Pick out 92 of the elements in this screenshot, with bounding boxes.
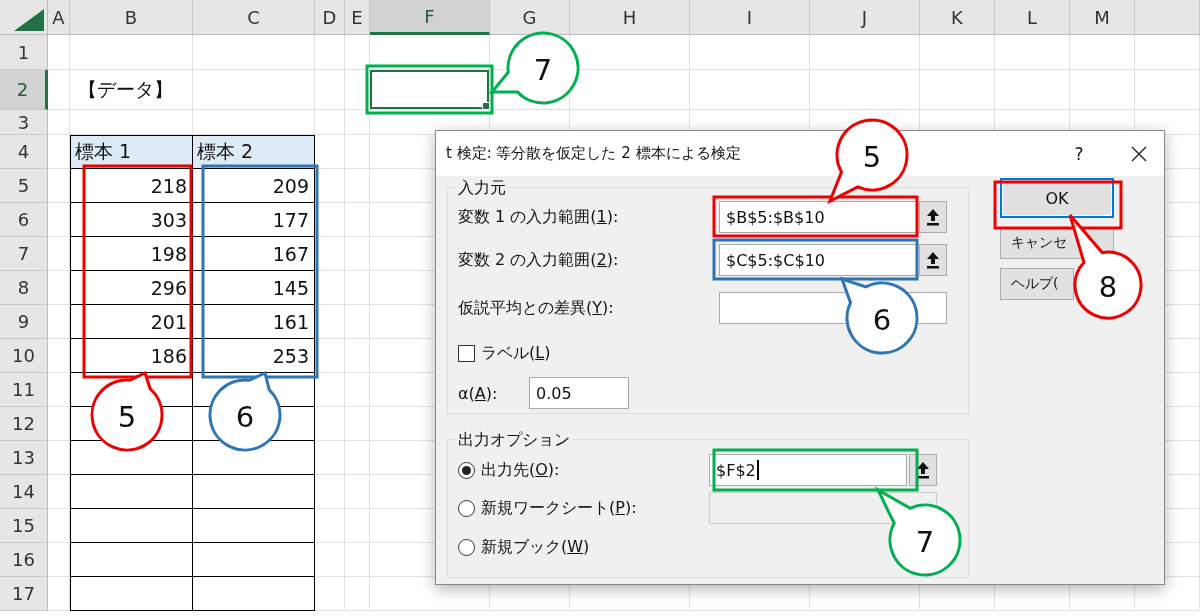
row-header[interactable]: 5 bbox=[0, 169, 48, 203]
callout-number: 6 bbox=[235, 400, 255, 434]
number-cell[interactable]: 218 bbox=[70, 169, 193, 203]
upload-arrow-icon bbox=[916, 461, 930, 479]
column-header[interactable] bbox=[1135, 0, 1200, 35]
row-header[interactable]: 12 bbox=[0, 407, 48, 441]
dialog-title: t 検定: 等分散を仮定した 2 標本による検定 bbox=[446, 144, 741, 163]
radio-button[interactable] bbox=[458, 538, 475, 556]
field-label: 変数 2 の入力範囲(2): bbox=[458, 249, 620, 271]
row-header[interactable]: 11 bbox=[0, 373, 48, 407]
field-label: α(A): bbox=[458, 383, 499, 403]
field-label: 変数 1 の入力範囲(1): bbox=[458, 206, 620, 228]
upload-arrow-icon bbox=[926, 208, 940, 226]
row-header[interactable]: 2 bbox=[0, 70, 48, 110]
column-header[interactable]: I bbox=[690, 0, 810, 35]
number-cell[interactable]: 296 bbox=[70, 271, 193, 305]
callout-number: 8 bbox=[1098, 270, 1118, 304]
callout-number: 5 bbox=[862, 140, 882, 174]
radio-button[interactable] bbox=[458, 499, 475, 517]
sheet-cell[interactable] bbox=[193, 475, 315, 509]
sheet-cell[interactable] bbox=[70, 577, 193, 611]
sheet-cell[interactable] bbox=[70, 475, 193, 509]
radio-label[interactable]: 新規ブック(W) bbox=[481, 536, 590, 558]
fill-handle[interactable] bbox=[482, 102, 490, 110]
upload-arrow-icon bbox=[926, 251, 940, 269]
row-header[interactable]: 14 bbox=[0, 475, 48, 509]
input-field[interactable]: $B$5:$B$10 bbox=[719, 201, 917, 233]
group-title: 出力オプション bbox=[457, 430, 571, 449]
number-cell[interactable]: 303 bbox=[70, 203, 193, 237]
column-header[interactable]: F bbox=[370, 0, 490, 35]
radio-label[interactable]: 出力先(O): bbox=[481, 459, 560, 481]
number-cell[interactable]: 145 bbox=[193, 271, 315, 305]
radio-button[interactable] bbox=[458, 461, 475, 479]
number-cell[interactable]: 253 bbox=[193, 339, 315, 373]
number-cell[interactable]: 177 bbox=[193, 203, 315, 237]
collapse-button[interactable] bbox=[909, 454, 937, 486]
callout-number: 5 bbox=[117, 400, 137, 434]
column-header[interactable]: C bbox=[193, 0, 315, 35]
column-header[interactable]: H bbox=[570, 0, 690, 35]
help-button[interactable]: ? bbox=[1064, 143, 1094, 164]
checkbox[interactable] bbox=[458, 344, 475, 362]
close-icon bbox=[1131, 145, 1147, 162]
column-header[interactable]: K bbox=[920, 0, 995, 35]
dialog-button[interactable]: OK bbox=[1000, 178, 1114, 218]
title-cell[interactable]: 【データ】 bbox=[70, 70, 193, 110]
row-header[interactable]: 9 bbox=[0, 305, 48, 339]
number-cell[interactable]: 201 bbox=[70, 305, 193, 339]
number-cell[interactable]: 161 bbox=[193, 305, 315, 339]
column-header[interactable]: E bbox=[345, 0, 370, 35]
number-cell[interactable]: 209 bbox=[193, 169, 315, 203]
callout-number: 7 bbox=[915, 525, 935, 559]
row-header[interactable]: 7 bbox=[0, 237, 48, 271]
row-header[interactable]: 17 bbox=[0, 577, 48, 611]
input-field[interactable]: 0.05 bbox=[529, 377, 629, 409]
callout-number: 6 bbox=[872, 303, 892, 337]
active-cell[interactable] bbox=[370, 70, 490, 110]
row-header[interactable]: 8 bbox=[0, 271, 48, 305]
row-header[interactable]: 10 bbox=[0, 339, 48, 373]
group-title: 入力元 bbox=[457, 178, 507, 197]
row-header[interactable]: 16 bbox=[0, 543, 48, 577]
number-cell[interactable]: 186 bbox=[70, 339, 193, 373]
select-all-button[interactable] bbox=[0, 0, 48, 35]
column-header[interactable]: D bbox=[315, 0, 345, 35]
checkbox-label[interactable]: ラベル(L) bbox=[481, 342, 551, 364]
column-header[interactable]: J bbox=[810, 0, 920, 35]
callout-number: 7 bbox=[533, 53, 553, 87]
sheet-cell[interactable] bbox=[193, 543, 315, 577]
sheet-cell[interactable] bbox=[70, 543, 193, 577]
input-field[interactable]: $F$2 bbox=[709, 454, 907, 486]
column-header[interactable]: G bbox=[490, 0, 570, 35]
row-header[interactable]: 1 bbox=[0, 35, 48, 70]
number-cell[interactable]: 167 bbox=[193, 237, 315, 271]
sheet-cell[interactable] bbox=[70, 509, 193, 543]
sheet-cell[interactable] bbox=[193, 577, 315, 611]
sheet-cell[interactable] bbox=[193, 509, 315, 543]
column-header[interactable]: A bbox=[48, 0, 70, 35]
field-label: 仮説平均との差異(Y): bbox=[458, 297, 615, 319]
column-header[interactable]: M bbox=[1070, 0, 1135, 35]
column-header[interactable]: B bbox=[70, 0, 193, 35]
input-field[interactable]: $C$5:$C$10 bbox=[719, 244, 917, 276]
row-header[interactable]: 3 bbox=[0, 110, 48, 135]
row-header[interactable]: 4 bbox=[0, 135, 48, 169]
column-header[interactable]: L bbox=[995, 0, 1070, 35]
row-header[interactable]: 13 bbox=[0, 441, 48, 475]
radio-label[interactable]: 新規ワークシート(P): bbox=[481, 497, 637, 519]
collapse-button[interactable] bbox=[919, 244, 947, 276]
triangle-icon bbox=[14, 9, 44, 31]
row-header[interactable]: 6 bbox=[0, 203, 48, 237]
row-header[interactable]: 15 bbox=[0, 509, 48, 543]
collapse-button[interactable] bbox=[919, 201, 947, 233]
number-cell[interactable]: 198 bbox=[70, 237, 193, 271]
dialog-button[interactable]: ヘルプ( bbox=[1000, 268, 1074, 300]
